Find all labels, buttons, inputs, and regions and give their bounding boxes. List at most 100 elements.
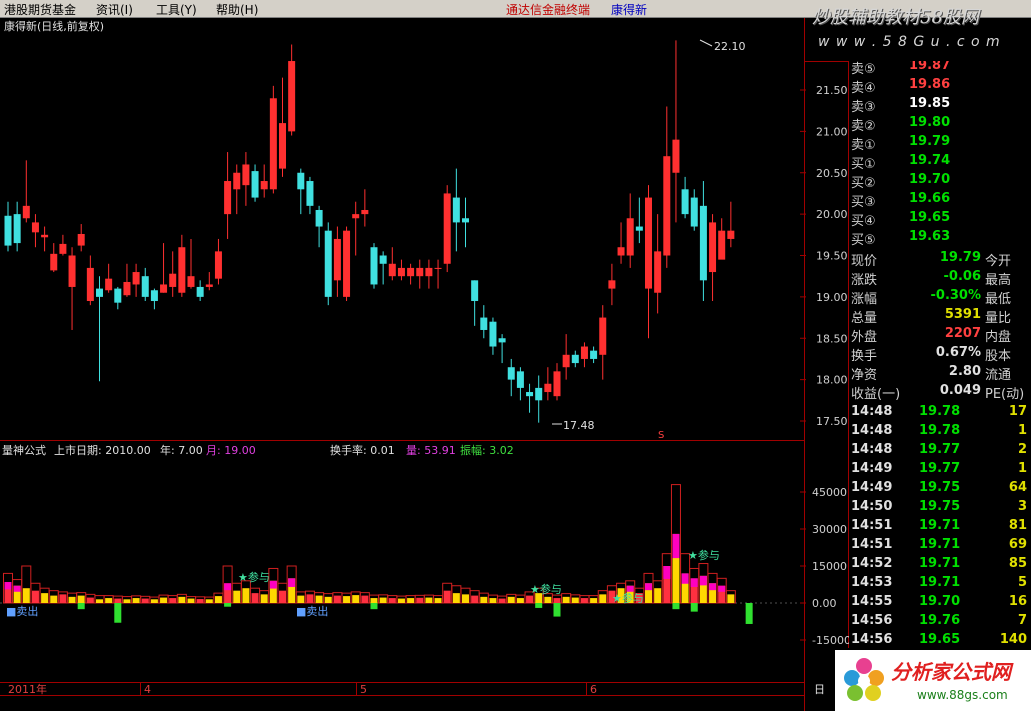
candle: [407, 263, 415, 285]
candle: [681, 176, 689, 219]
indicator-months: 月: 19.00: [206, 444, 256, 457]
trade-time: 14:48: [851, 423, 893, 438]
indicator-turnover: 换手率: 0.01: [330, 443, 395, 457]
candle: [96, 276, 103, 382]
trade-time: 14:53: [851, 575, 893, 590]
book-label: 卖②: [851, 119, 876, 134]
trade-time: 14:56: [851, 632, 893, 646]
candle: [434, 259, 442, 289]
negative-bar: [672, 603, 680, 610]
signal-buy-label: ★参与: [612, 591, 644, 605]
date-month-5: 5: [360, 683, 367, 696]
book-label: 买①: [851, 157, 876, 172]
trade-volume: 16: [1008, 594, 1027, 609]
chart-title: 康得新(日线,前复权): [4, 19, 104, 33]
volume-bar: [670, 484, 681, 604]
trade-price: 19.71: [919, 537, 961, 552]
stat-right-label: 今开: [985, 254, 1012, 269]
volume-bar: [588, 595, 599, 604]
volume-bar: [689, 567, 700, 604]
volume-bar: [222, 565, 233, 604]
book-label: 卖③: [851, 100, 876, 115]
stat-right-label: 流通: [985, 368, 1012, 383]
volume-bar: [323, 593, 334, 604]
candle: [13, 201, 21, 252]
signal-annotations: ■卖出 ★参与 ■卖出 ★参与 ★参与 ★参与: [6, 548, 720, 618]
candle: [196, 280, 204, 302]
stat-right-label: 量比: [985, 311, 1012, 326]
trade-price: 19.71: [919, 556, 961, 571]
volume-bar: [76, 592, 87, 604]
volume-bar: [698, 563, 709, 604]
stat-value: 0.049: [939, 383, 981, 398]
volume-bar: [30, 582, 41, 604]
stat-value: 2.80: [948, 364, 981, 379]
volume-bar: [359, 592, 370, 604]
trade-volume: 140: [999, 632, 1027, 646]
candle: [416, 259, 424, 289]
menu-tools[interactable]: 工具(Y): [156, 1, 197, 18]
volume-bar: [460, 587, 471, 604]
volume-bar: [661, 553, 672, 604]
volume-bar: [725, 590, 736, 604]
price-tick-label: 20.50: [816, 167, 848, 180]
candle: [150, 288, 158, 310]
book-label: 卖④: [851, 81, 876, 96]
price-tick-label: 17.50: [816, 415, 848, 428]
negative-bar: [224, 603, 232, 607]
volume-bar: [332, 592, 343, 604]
candle: [361, 189, 369, 227]
book-label: 卖①: [851, 138, 876, 153]
menu-info[interactable]: 资讯(I): [96, 1, 133, 18]
price-tick-label: 21.00: [816, 125, 848, 138]
trade-price: 19.77: [919, 461, 961, 476]
stat-right-label: 最高: [985, 273, 1012, 288]
order-book-row: 买③ 19.66: [849, 190, 1031, 210]
candle: [86, 255, 94, 306]
candle: [22, 160, 30, 223]
volume-bar: [707, 572, 718, 604]
candle: [59, 234, 67, 256]
date-month-6: 6: [590, 683, 597, 696]
volume-bar: [131, 595, 142, 604]
volume-bar: [167, 595, 178, 604]
book-label: 买③: [851, 195, 876, 210]
stat-right-label: 内盘: [985, 330, 1012, 345]
candle: [169, 251, 177, 297]
volume-bar: [442, 582, 453, 604]
price-tick-label: 19.00: [816, 291, 848, 304]
candle: [379, 251, 387, 285]
date-year: 2011年: [8, 682, 47, 696]
candle: [251, 164, 259, 202]
low-label: 17.48: [563, 419, 595, 432]
candle: [233, 164, 241, 215]
stat-right-label: PE(动): [985, 387, 1025, 402]
candle: [306, 176, 314, 215]
order-book-row: 卖④ 19.86: [849, 76, 1031, 96]
candle: [214, 238, 222, 285]
candle: [645, 185, 652, 339]
candle: [297, 168, 305, 215]
price-tick-label: 20.00: [816, 208, 848, 221]
price-tick-label: 19.50: [816, 250, 848, 263]
signal-buy-label: ★参与: [238, 570, 270, 584]
trade-time: 14:50: [851, 499, 893, 514]
candle: [178, 234, 186, 297]
ind-tick-label: 0.00: [812, 597, 837, 610]
price-tick-label: 18.00: [816, 374, 848, 387]
candle: [333, 226, 341, 297]
candle: [452, 168, 460, 252]
candle: [709, 214, 717, 302]
negative-bar: [745, 603, 753, 624]
volume-bar: [716, 577, 727, 604]
trade-row: 14:56 19.65 140: [849, 631, 1031, 646]
volume-bar: [570, 594, 581, 604]
trade-price: 19.75: [919, 480, 961, 495]
menu-futures[interactable]: 港股期货基金: [4, 1, 76, 18]
order-book-row: 买⑤ 19.63: [849, 228, 1031, 248]
candle: [224, 152, 232, 239]
volume-bar: [579, 595, 590, 604]
book-price: 19.70: [909, 172, 951, 187]
candle: [498, 334, 506, 364]
menu-help[interactable]: 帮助(H): [216, 1, 258, 18]
